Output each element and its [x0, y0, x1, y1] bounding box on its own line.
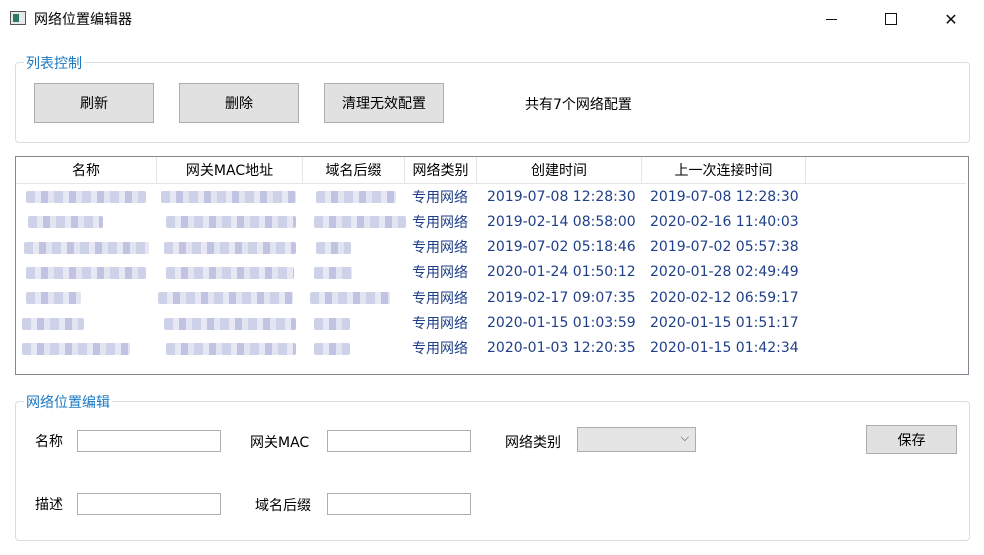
name-cell-redacted — [26, 191, 146, 203]
mac-cell-redacted — [166, 266, 294, 279]
description-label: 描述 — [35, 497, 63, 513]
config-count-text: 共有7个网络配置 — [525, 97, 632, 113]
column-header-suffix[interactable]: 域名后缀 — [303, 157, 405, 183]
name-cell-redacted — [22, 342, 130, 355]
chevron-down-icon: ⌵ — [680, 431, 689, 444]
name-cell-redacted — [24, 241, 149, 254]
type-cell: 专用网络 — [412, 316, 468, 332]
column-header-name[interactable]: 名称 — [16, 157, 157, 183]
suffix-cell-redacted — [314, 266, 352, 279]
table-row[interactable]: 专用网络 2019-02-17 09:07:35 2020-02-12 06:59:… — [16, 285, 966, 310]
suffix-cell-redacted — [316, 191, 396, 203]
created-cell: 2019-02-17 09:07:35 — [487, 289, 636, 306]
type-select[interactable]: ⌵ — [577, 427, 696, 452]
mac-cell-redacted — [166, 342, 296, 355]
last-connected-cell: 2019-07-08 12:28:30 — [650, 188, 799, 205]
suffix-cell-redacted — [314, 216, 406, 229]
name-label: 名称 — [35, 434, 63, 450]
close-icon: ✕ — [944, 9, 958, 29]
editor-group-label: 网络位置编辑 — [24, 392, 112, 412]
maximize-button[interactable] — [868, 0, 914, 38]
last-connected-cell: 2020-01-15 01:42:34 — [650, 340, 799, 357]
created-cell: 2019-02-14 08:58:00 — [487, 213, 636, 230]
editor-group: 网络位置编辑 — [15, 392, 970, 541]
clean-invalid-button[interactable]: 清理无效配置 — [324, 83, 444, 123]
name-cell-redacted — [28, 216, 103, 229]
suffix-cell-redacted — [310, 292, 390, 305]
created-cell: 2019-07-08 12:28:30 — [487, 188, 636, 205]
last-connected-cell: 2020-01-28 02:49:49 — [650, 264, 799, 281]
mac-cell-redacted — [164, 317, 296, 330]
delete-button[interactable]: 删除 — [179, 83, 299, 123]
title-bar: 网络位置编辑器 ✕ — [0, 0, 984, 38]
type-cell: 专用网络 — [412, 265, 468, 282]
suffix-field[interactable] — [327, 493, 471, 515]
maximize-icon — [885, 13, 897, 25]
name-field[interactable] — [77, 430, 221, 452]
created-cell: 2020-01-24 01:50:12 — [487, 264, 636, 281]
last-connected-cell: 2020-02-16 11:40:03 — [650, 213, 799, 230]
mac-label: 网关MAC — [250, 435, 310, 451]
minimize-button[interactable] — [808, 0, 854, 38]
name-cell-redacted — [26, 266, 146, 279]
list-control-group-label: 列表控制 — [24, 53, 84, 73]
column-header-created[interactable]: 创建时间 — [477, 157, 642, 183]
suffix-cell-redacted — [316, 241, 351, 254]
column-header-mac[interactable]: 网关MAC地址 — [157, 157, 303, 183]
mac-field[interactable] — [327, 430, 471, 452]
suffix-cell-redacted — [314, 342, 350, 355]
created-cell: 2020-01-03 12:20:35 — [487, 340, 636, 357]
last-connected-cell: 2019-07-02 05:57:38 — [650, 239, 799, 256]
type-cell: 专用网络 — [412, 290, 468, 307]
table-row[interactable]: 专用网络 2019-02-14 08:58:00 2020-02-16 11:40:… — [16, 209, 966, 234]
last-connected-cell: 2020-01-15 01:51:17 — [650, 315, 799, 331]
mac-cell-redacted — [158, 292, 293, 305]
suffix-cell-redacted — [314, 317, 350, 330]
mac-cell-redacted — [166, 216, 296, 229]
created-cell: 2020-01-15 01:03:59 — [487, 315, 636, 331]
type-cell: 专用网络 — [412, 240, 468, 257]
mac-cell-redacted — [164, 241, 296, 254]
refresh-button[interactable]: 刷新 — [34, 83, 154, 123]
window-title: 网络位置编辑器 — [34, 12, 132, 28]
name-cell-redacted — [26, 292, 81, 305]
mac-cell-redacted — [161, 191, 296, 203]
table-row[interactable]: 专用网络 2019-07-08 12:28:30 2019-07-08 12:28:… — [16, 184, 966, 209]
list-header: 名称 网关MAC地址 域名后缀 网络类别 创建时间 上一次连接时间 — [16, 157, 966, 184]
last-connected-cell: 2020-02-12 06:59:17 — [650, 289, 799, 306]
table-row[interactable]: 专用网络 2020-01-24 01:50:12 2020-01-28 02:49:… — [16, 260, 966, 285]
type-label: 网络类别 — [505, 435, 561, 451]
column-header-type[interactable]: 网络类别 — [405, 157, 477, 183]
column-header-last-connected[interactable]: 上一次连接时间 — [642, 157, 806, 183]
table-row[interactable]: 专用网络 2020-01-15 01:03:59 2020-01-15 01:51:… — [16, 311, 966, 336]
created-cell: 2019-07-02 05:18:46 — [487, 239, 636, 256]
minimize-icon — [825, 18, 837, 20]
type-cell: 专用网络 — [412, 341, 468, 358]
table-row[interactable]: 专用网络 2020-01-03 12:20:35 2020-01-15 01:42:… — [16, 336, 966, 361]
close-button[interactable]: ✕ — [928, 0, 974, 38]
name-cell-redacted — [22, 317, 84, 330]
table-row[interactable]: 专用网络 2019-07-02 05:18:46 2019-07-02 05:57:… — [16, 235, 966, 260]
save-button[interactable]: 保存 — [866, 425, 957, 454]
network-list[interactable]: 名称 网关MAC地址 域名后缀 网络类别 创建时间 上一次连接时间 专用网络 20… — [15, 156, 969, 375]
app-icon — [10, 11, 26, 25]
suffix-label: 域名后缀 — [255, 498, 311, 514]
list-control-group: 列表控制 — [15, 53, 970, 143]
type-cell: 专用网络 — [412, 214, 468, 231]
description-field[interactable] — [77, 493, 221, 515]
type-cell: 专用网络 — [412, 189, 468, 206]
